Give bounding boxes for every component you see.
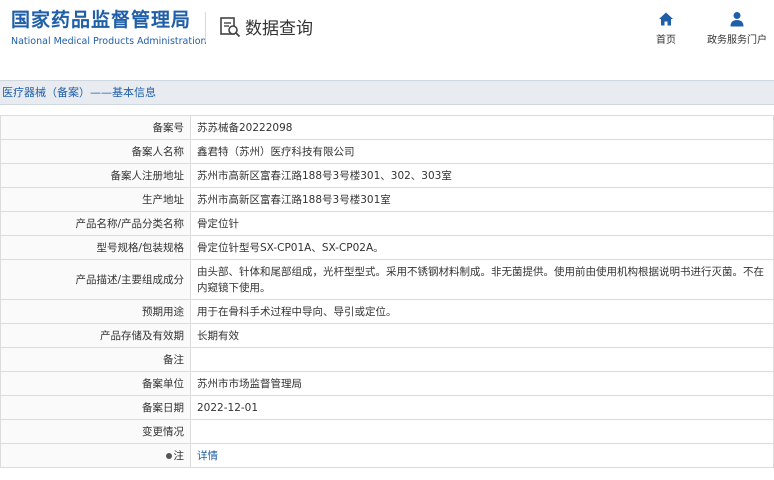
table-row: 产品名称/产品分类名称 骨定位针	[0, 211, 774, 236]
field-label: 备案日期	[0, 395, 191, 420]
footnote-label: 注	[173, 450, 185, 462]
footnote-label-cell: 注	[0, 443, 191, 468]
table-row: 生产地址 苏州市高新区富春江路188号3号楼301室	[0, 187, 774, 212]
field-label: 备案单位	[0, 371, 191, 396]
field-label: 型号规格/包装规格	[0, 235, 191, 260]
details-link[interactable]: 详情	[197, 450, 218, 462]
logo-english-name: National Medical Products Administration	[11, 36, 207, 47]
field-value: 苏州市高新区富春江路188号3号楼301室	[190, 187, 774, 212]
nav-gov-portal-label: 政务服务门户	[707, 35, 767, 46]
field-label: 预期用途	[0, 299, 191, 324]
document-search-icon	[220, 16, 241, 37]
table-row: 备案日期 2022-12-01	[0, 395, 774, 420]
field-label: 备注	[0, 347, 191, 372]
info-table-body: 备案号 苏苏械备20222098 备案人名称 鑫君特（苏州）医疗科技有限公司 备案人注册…	[0, 115, 774, 468]
field-label: 备案人名称	[0, 139, 191, 164]
field-value: 用于在骨科手术过程中导向、导引或定位。	[190, 299, 774, 324]
table-row: 产品描述/主要组成成分 由头部、针体和尾部组成，光杆型型式。采用不锈钢材料制成。非…	[0, 259, 774, 300]
field-label: 产品存储及有效期	[0, 323, 191, 348]
field-value: 由头部、针体和尾部组成，光杆型型式。采用不锈钢材料制成。非无菌提供。使用前由使用…	[190, 259, 774, 300]
table-row: 变更情况	[0, 419, 774, 444]
field-value	[190, 347, 774, 372]
field-value: 苏州市高新区富春江路188号3号楼301、302、303室	[190, 163, 774, 188]
data-query-title: 数据查询	[219, 14, 313, 39]
field-label: 产品描述/主要组成成分	[0, 259, 191, 300]
site-logo[interactable]: 国家药品监督管理局 National Medical Products Admi…	[11, 8, 207, 47]
user-icon	[730, 12, 744, 27]
field-value: 长期有效	[190, 323, 774, 348]
field-label: 产品名称/产品分类名称	[0, 211, 191, 236]
table-row: 备案单位 苏州市市场监督管理局	[0, 371, 774, 396]
table-row: 备注	[0, 347, 774, 372]
field-value: 2022-12-01	[190, 395, 774, 420]
breadcrumb: 医疗器械（备案）——基本信息	[2, 86, 156, 99]
field-value: 鑫君特（苏州）医疗科技有限公司	[190, 139, 774, 164]
field-label: 变更情况	[0, 419, 191, 444]
section-header: 医疗器械（备案）——基本信息	[0, 80, 774, 105]
field-label: 生产地址	[0, 187, 191, 212]
field-value: 苏苏械备20222098	[190, 115, 774, 140]
header-divider	[205, 12, 206, 42]
table-row: 备案号 苏苏械备20222098	[0, 115, 774, 140]
field-value: 苏州市市场监督管理局	[190, 371, 774, 396]
logo-chinese-name: 国家药品监督管理局	[11, 9, 192, 31]
footnote-value-cell: 详情	[190, 443, 774, 468]
data-query-label: 数据查询	[245, 19, 313, 39]
nav-home-label: 首页	[656, 35, 676, 46]
field-label: 备案人注册地址	[0, 163, 191, 188]
table-row: 注详情	[0, 443, 774, 468]
site-header: 国家药品监督管理局 National Medical Products Admi…	[0, 0, 774, 78]
field-value: 骨定位针	[190, 211, 774, 236]
table-row: 产品存储及有效期 长期有效	[0, 323, 774, 348]
nav-gov-portal[interactable]: 政务服务门户	[700, 11, 774, 46]
field-value: 骨定位针型号SX-CP01A、SX-CP02A。	[190, 235, 774, 260]
note-icon	[165, 453, 172, 459]
field-label: 备案号	[0, 115, 191, 140]
device-info-table: 备案号 苏苏械备20222098 备案人名称 鑫君特（苏州）医疗科技有限公司 备案人注册…	[0, 115, 774, 468]
nav-home[interactable]: 首页	[648, 11, 684, 46]
home-icon	[659, 12, 673, 26]
table-row: 备案人名称 鑫君特（苏州）医疗科技有限公司	[0, 139, 774, 164]
table-row: 型号规格/包装规格 骨定位针型号SX-CP01A、SX-CP02A。	[0, 235, 774, 260]
table-row: 预期用途 用于在骨科手术过程中导向、导引或定位。	[0, 299, 774, 324]
table-row: 备案人注册地址 苏州市高新区富春江路188号3号楼301、302、303室	[0, 163, 774, 188]
field-value	[190, 419, 774, 444]
